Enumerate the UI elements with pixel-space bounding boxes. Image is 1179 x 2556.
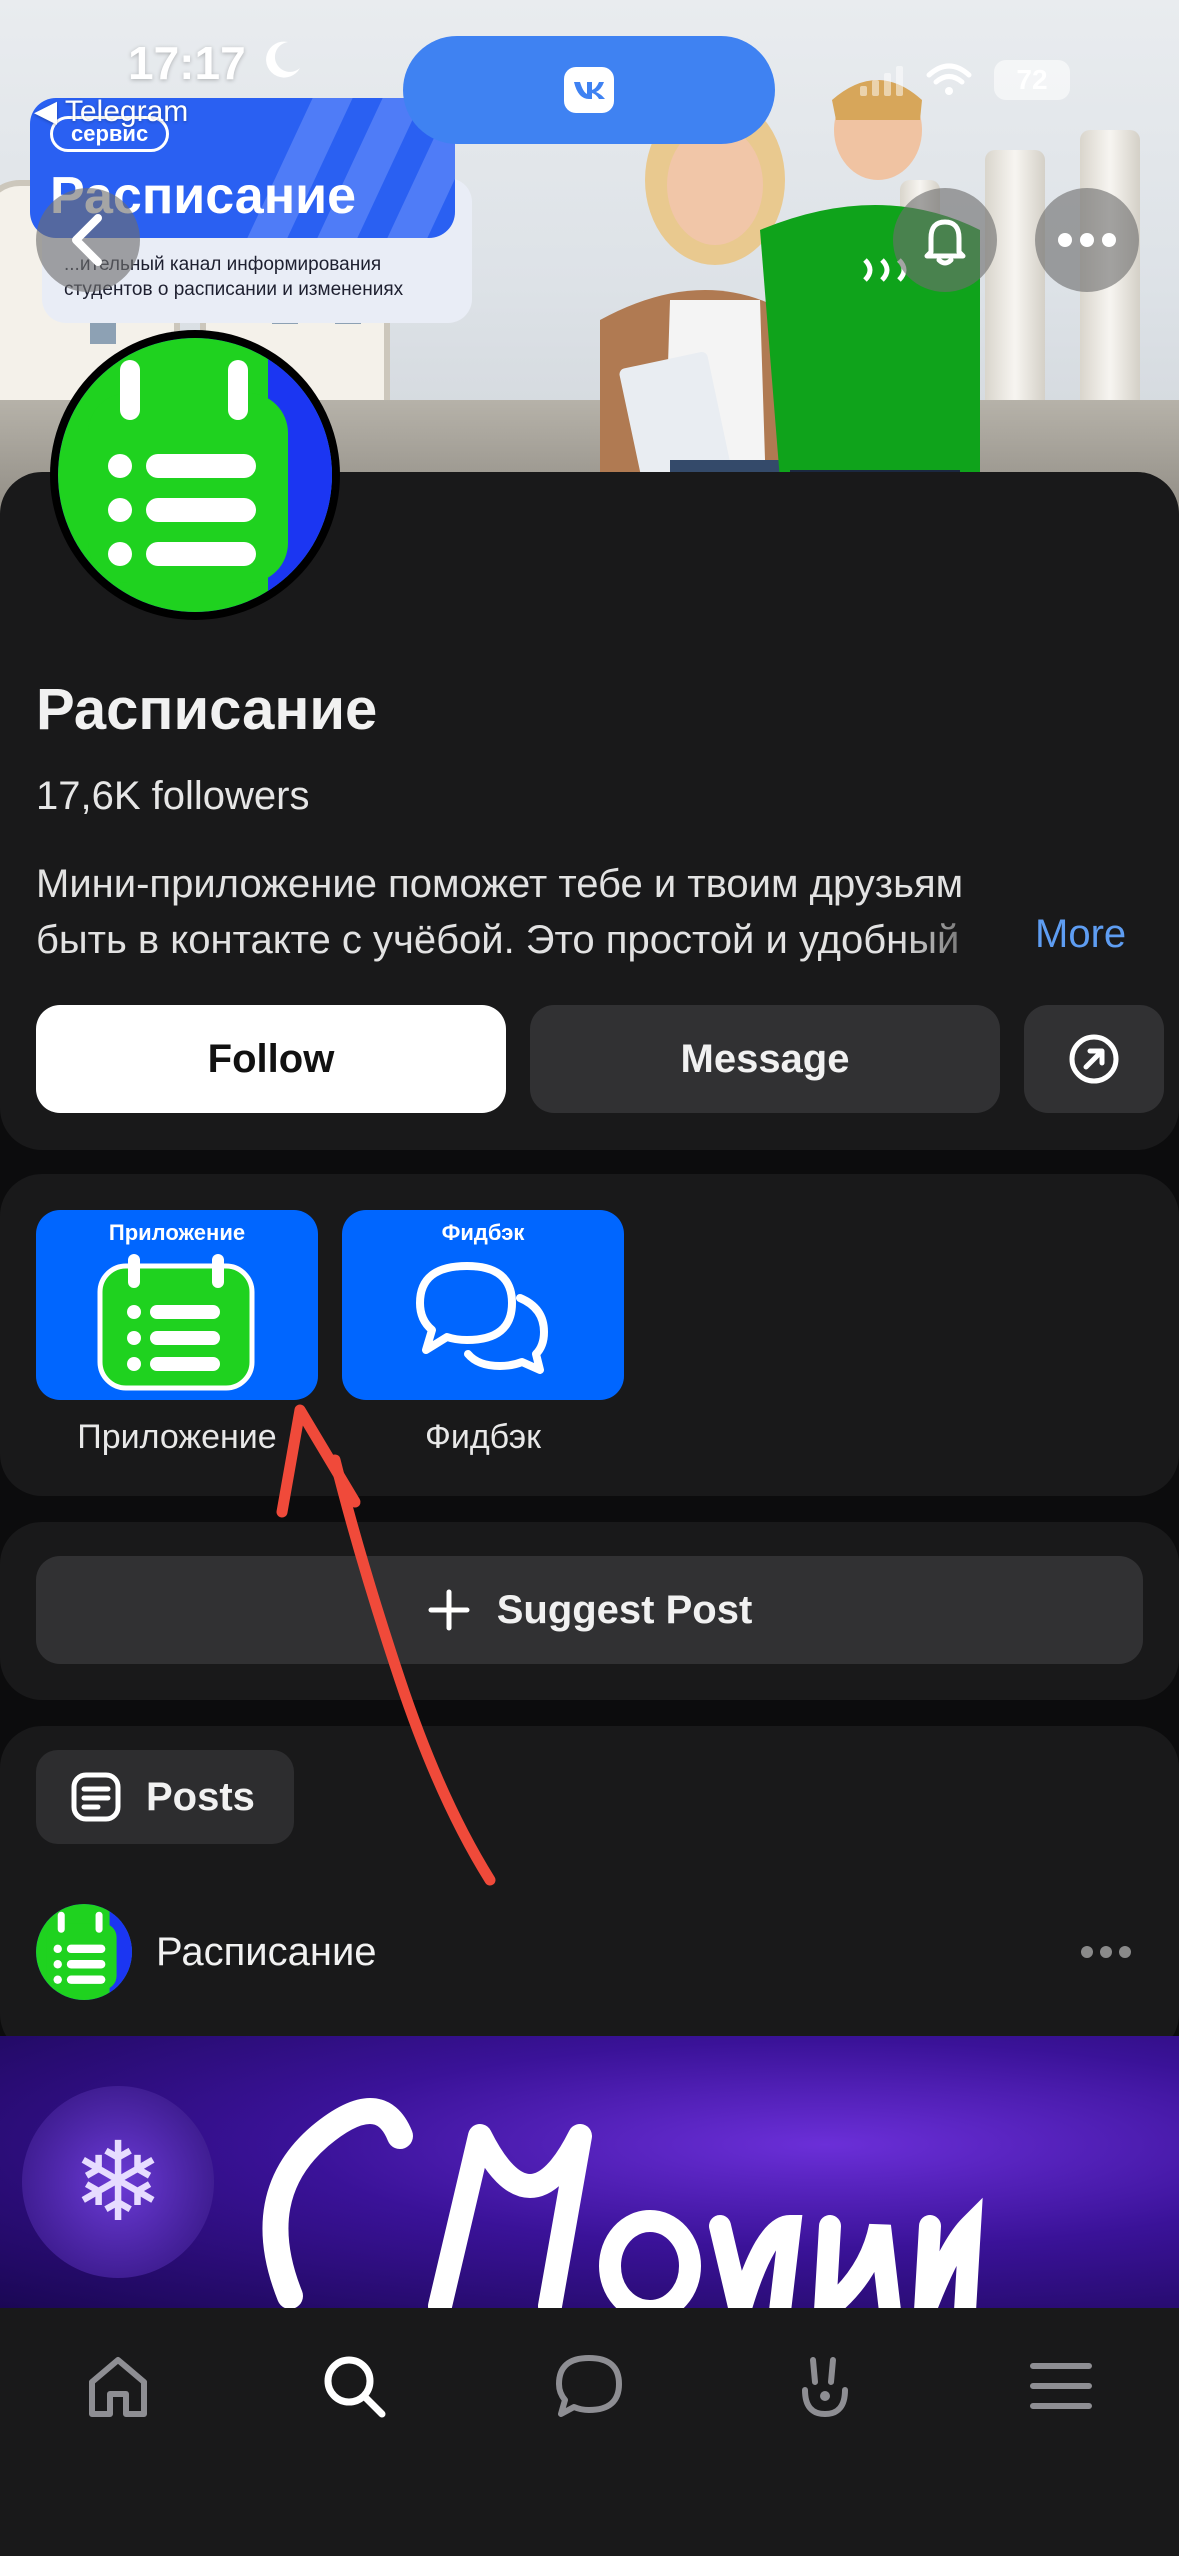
new-year-lettering [262, 2098, 983, 2308]
wifi-icon [926, 63, 972, 95]
calendar-list-icon [36, 1904, 132, 2000]
do-not-disturb-icon [266, 41, 300, 78]
menu-icon [1030, 2363, 1093, 2409]
more-icon [1081, 1946, 1131, 1958]
calendar-app-icon [97, 1254, 255, 1391]
more-options-button[interactable] [1035, 188, 1139, 292]
more-link[interactable]: More [1035, 912, 1126, 957]
share-button[interactable] [1024, 1005, 1164, 1113]
tab-clips[interactable] [775, 2350, 875, 2434]
tab-posts-label: Posts [146, 1774, 255, 1819]
community-avatar[interactable] [58, 338, 332, 612]
calendar-list-icon [58, 338, 332, 612]
followers-count[interactable]: 17,6K followers [36, 774, 309, 819]
clips-icon [802, 2357, 849, 2418]
plus-icon [428, 1589, 470, 1631]
snowflake-icon: ❄ [22, 2086, 214, 2278]
app-tile-title: Приложение [108, 1220, 246, 1245]
chat-bubbles-icon [416, 1262, 548, 1374]
tab-menu[interactable] [1011, 2350, 1111, 2434]
back-button[interactable] [36, 188, 140, 292]
tab-messages[interactable] [539, 2350, 639, 2434]
description-line-1: Мини-приложение поможет тебе и твоим дру… [36, 862, 964, 906]
app-label-prilozhenie[interactable]: Приложение [36, 1418, 318, 1457]
app-label-fidbek[interactable]: Фидбэк [342, 1418, 624, 1457]
follow-button[interactable]: Follow [36, 1005, 506, 1113]
vk-logo-icon [564, 67, 614, 113]
app-tile-fidbek[interactable]: Фидбэк [342, 1210, 624, 1400]
post-author-avatar[interactable] [36, 1904, 132, 2000]
description-line-2: быть в контакте с учёбой. Это простой и … [36, 918, 960, 962]
suggest-post-button[interactable]: Suggest Post [36, 1556, 1143, 1664]
app-tile-prilozhenie[interactable]: Приложение [36, 1210, 318, 1400]
share-arrow-icon [1069, 1034, 1119, 1084]
profile-description: Мини-приложение поможет тебе и твоим дру… [36, 856, 1146, 968]
back-app-name: Telegram [64, 95, 189, 128]
post-image[interactable]: ❄ [0, 2036, 1179, 2308]
messages-icon [556, 2355, 623, 2417]
bell-icon [924, 219, 966, 266]
search-icon [324, 2356, 386, 2418]
dynamic-island[interactable] [403, 36, 775, 144]
posts-icon [71, 1772, 121, 1822]
suggest-post-label: Suggest Post [496, 1587, 753, 1632]
battery-indicator: 72 [994, 60, 1070, 100]
message-button[interactable]: Message [530, 1005, 1000, 1113]
tab-posts[interactable]: Posts [36, 1750, 294, 1844]
app-tile-title: Фидбэк [441, 1220, 525, 1245]
bottom-tab-bar [0, 2308, 1179, 2556]
tab-home[interactable] [68, 2350, 168, 2434]
back-to-app-link[interactable]: ◀ Telegram [34, 94, 188, 129]
tab-search[interactable] [304, 2350, 404, 2434]
more-icon [1058, 233, 1116, 247]
post-more-button[interactable] [1080, 1920, 1132, 1970]
home-icon [88, 2357, 147, 2417]
profile-name: Расписание [36, 677, 378, 742]
notifications-button[interactable] [893, 188, 997, 292]
status-time: 17:17 [128, 37, 246, 89]
post-author-name[interactable]: Расписание [156, 1930, 377, 1975]
status-indicators: 72 [860, 60, 1070, 100]
back-icon [72, 214, 102, 266]
signal-icon [860, 66, 903, 96]
